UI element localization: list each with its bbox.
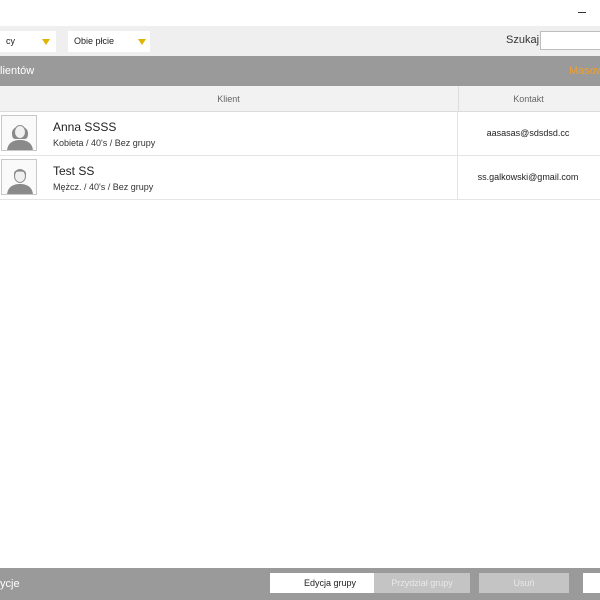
table-row[interactable]: Test SS Mężcz. / 40's / Bez grupy ss.gal…	[0, 156, 600, 200]
chevron-down-icon	[42, 39, 50, 45]
clients-section-header: lientów Masow	[0, 56, 600, 86]
client-meta: Kobieta / 40's / Bez grupy	[53, 138, 156, 148]
user-male-icon	[1, 159, 37, 195]
user-female-icon	[1, 115, 37, 151]
client-name: Test SS	[53, 164, 95, 178]
chevron-down-icon	[138, 39, 146, 45]
delete-button[interactable]: Usuń	[479, 573, 569, 593]
age-filter-select[interactable]: cy	[0, 31, 56, 52]
client-meta: Mężcz. / 40's / Bez grupy	[53, 182, 154, 192]
footer-bar: ycje Edycja grupy Przydział grupy Usuń	[0, 568, 600, 600]
column-header-client[interactable]: Klient	[0, 86, 457, 112]
client-email: ss.galkowski@gmail.com	[477, 172, 579, 182]
column-header-contact[interactable]: Kontakt	[458, 86, 598, 112]
footer-label: ycje	[0, 578, 20, 590]
client-email: aasasas@sdsdsd.cc	[486, 128, 570, 138]
assign-group-button[interactable]: Przydział grupy	[374, 573, 470, 593]
table-row[interactable]: Anna SSSS Kobieta / 40's / Bez grupy aas…	[0, 112, 600, 156]
section-title: lientów	[0, 65, 35, 77]
gender-filter-select[interactable]: Obie płcie	[68, 31, 150, 52]
minimize-icon[interactable]	[578, 12, 586, 13]
edit-group-button[interactable]: Edycja grupy	[270, 573, 390, 593]
title-bar	[0, 0, 600, 26]
client-name: Anna SSSS	[53, 120, 117, 134]
search-input[interactable]	[540, 31, 600, 50]
age-filter-value: cy	[6, 36, 15, 46]
more-button[interactable]	[583, 573, 600, 593]
contact-cell: ss.galkowski@gmail.com	[457, 156, 598, 199]
table-header: Klient Kontakt	[0, 86, 600, 112]
gender-filter-value: Obie płcie	[74, 36, 115, 46]
bulk-actions-link[interactable]: Masow	[569, 65, 600, 77]
contact-cell: aasasas@sdsdsd.cc	[457, 112, 598, 155]
search-label: Szukaj	[506, 34, 540, 46]
